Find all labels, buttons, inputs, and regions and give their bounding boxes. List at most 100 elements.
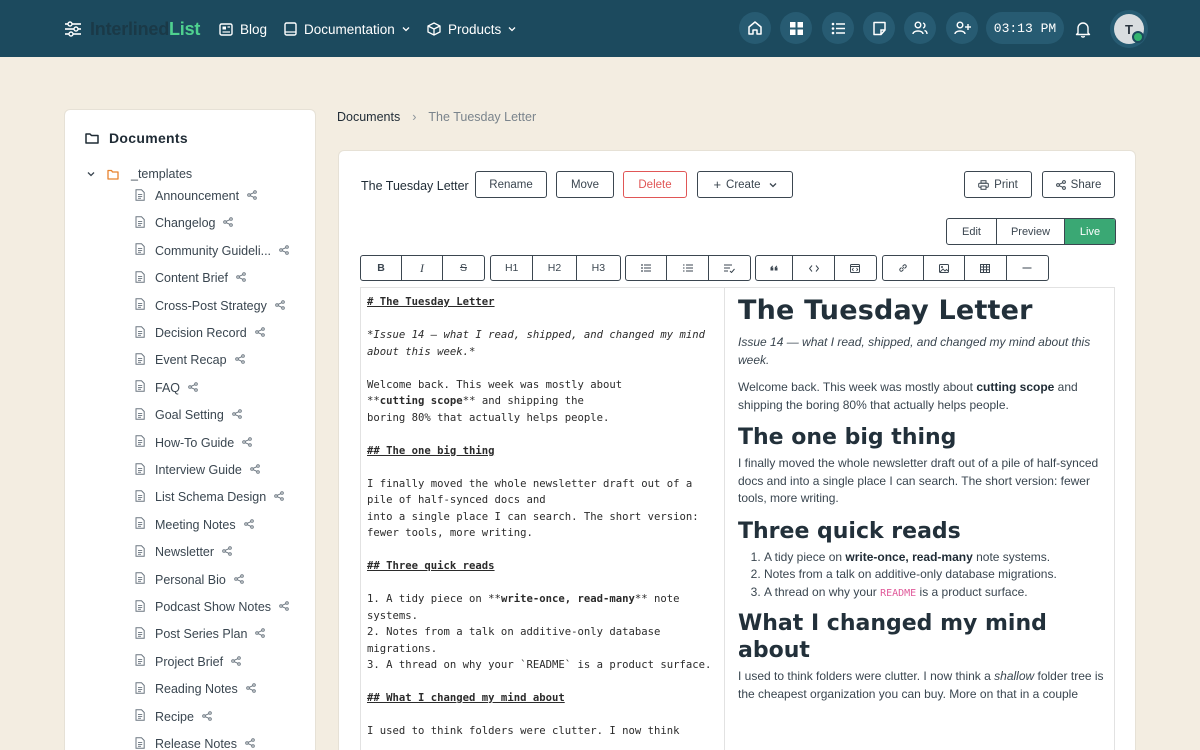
- horizontal-rule-button[interactable]: [1007, 256, 1048, 280]
- link-button[interactable]: [883, 256, 924, 280]
- share-icon[interactable]: [245, 737, 255, 750]
- sidebar-item[interactable]: Changelog: [135, 214, 234, 232]
- share-icon[interactable]: [223, 216, 234, 230]
- share-icon[interactable]: [231, 408, 242, 422]
- notifications-button[interactable]: [1072, 18, 1094, 40]
- view-mode-toggle: Edit Preview Live: [946, 218, 1116, 245]
- print-button[interactable]: Print: [964, 171, 1032, 198]
- sidebar-item[interactable]: Meeting Notes: [135, 516, 254, 534]
- strikethrough-button[interactable]: S: [443, 256, 484, 280]
- share-icon[interactable]: [243, 518, 254, 532]
- rename-button[interactable]: Rename: [475, 171, 547, 198]
- code-button[interactable]: [793, 256, 835, 280]
- toolbar-list-group: [625, 255, 751, 281]
- share-icon[interactable]: [234, 353, 245, 367]
- sidebar-item[interactable]: Project Brief: [135, 653, 241, 671]
- src-line: into a single place I can search. The sh…: [367, 510, 706, 540]
- delete-button[interactable]: Delete: [623, 171, 687, 198]
- share-icon[interactable]: [188, 381, 198, 395]
- numbered-list-button[interactable]: [667, 256, 709, 280]
- bullet-list-button[interactable]: [626, 256, 668, 280]
- share-icon[interactable]: [231, 655, 241, 669]
- image-button[interactable]: [924, 256, 966, 280]
- user-menu[interactable]: T: [1110, 10, 1148, 48]
- toolbar-block-group: [755, 255, 877, 281]
- table-button[interactable]: [965, 256, 1007, 280]
- quote-button[interactable]: [756, 256, 794, 280]
- document-icon: [135, 353, 145, 368]
- home-button[interactable]: [739, 12, 771, 44]
- nav-documentation[interactable]: Documentation: [284, 19, 410, 39]
- sidebar-item[interactable]: How-To Guide: [135, 434, 253, 452]
- sidebar-item[interactable]: Newsletter: [135, 543, 232, 561]
- chevron-down-icon: [508, 27, 516, 32]
- share-icon[interactable]: [245, 682, 256, 696]
- share-icon[interactable]: [279, 244, 289, 258]
- mode-live[interactable]: Live: [1065, 219, 1115, 244]
- nav-products[interactable]: Products: [427, 19, 516, 39]
- share-icon[interactable]: [275, 299, 285, 313]
- share-icon[interactable]: [234, 573, 244, 587]
- sidebar-item[interactable]: FAQ: [135, 379, 198, 397]
- sidebar-item[interactable]: Podcast Show Notes: [135, 598, 289, 616]
- code-block-button[interactable]: [835, 256, 876, 280]
- src-line: boring 80% that actually helps people.: [367, 411, 610, 424]
- sidebar-item[interactable]: Content Brief: [135, 269, 246, 287]
- sidebar-item[interactable]: Post Series Plan: [135, 625, 266, 643]
- sidebar-item[interactable]: Interview Guide: [135, 461, 260, 479]
- document-icon: [135, 517, 145, 532]
- checklist-button[interactable]: [709, 256, 750, 280]
- share-icon[interactable]: [242, 436, 253, 450]
- nav-blog[interactable]: Blog: [219, 19, 267, 39]
- share-icon[interactable]: [236, 271, 246, 285]
- share-icon[interactable]: [274, 490, 284, 504]
- lists-button[interactable]: [822, 12, 854, 44]
- brand-logo[interactable]: InterlinedList: [64, 17, 200, 41]
- dashboard-button[interactable]: [780, 12, 812, 44]
- sidebar-item[interactable]: Cross-Post Strategy: [135, 297, 285, 315]
- share-icon[interactable]: [222, 545, 232, 559]
- brand-name-part1: Interlined: [90, 18, 170, 39]
- share-icon[interactable]: [247, 189, 257, 203]
- share-icon[interactable]: [250, 463, 260, 477]
- notes-button[interactable]: [863, 12, 895, 44]
- sidebar-item-label: Newsletter: [155, 545, 215, 560]
- mode-edit[interactable]: Edit: [947, 219, 997, 244]
- add-user-button[interactable]: [946, 12, 978, 44]
- sidebar-item[interactable]: Release Notes: [135, 735, 255, 750]
- sidebar-item[interactable]: Goal Setting: [135, 406, 242, 424]
- sidebar-item[interactable]: Decision Record: [135, 324, 265, 342]
- share-button[interactable]: Share: [1042, 171, 1115, 198]
- sidebar-item-label: Podcast Show Notes: [155, 600, 272, 614]
- bold-button[interactable]: B: [361, 256, 402, 280]
- src-line: **cutting scope** and shipping the: [367, 395, 584, 407]
- sidebar-item[interactable]: Community Guideli...: [135, 242, 289, 260]
- markdown-source-editor[interactable]: # The Tuesday Letter *Issue 14 — what I …: [361, 288, 725, 750]
- move-button[interactable]: Move: [556, 171, 614, 198]
- h3-button[interactable]: H3: [577, 256, 620, 280]
- folder-templates[interactable]: _templates: [87, 167, 192, 181]
- sidebar-header: Documents: [85, 130, 188, 146]
- share-icon[interactable]: [254, 326, 265, 340]
- code-icon: [808, 264, 819, 272]
- share-icon[interactable]: [279, 600, 289, 614]
- italic-button[interactable]: I: [402, 256, 443, 280]
- checklist-icon: [723, 264, 735, 273]
- sidebar-title: Documents: [109, 130, 188, 146]
- create-button[interactable]: + Create: [697, 171, 793, 198]
- h2-button[interactable]: H2: [533, 256, 577, 280]
- sidebar-item[interactable]: Reading Notes: [135, 680, 256, 698]
- breadcrumb-documents[interactable]: Documents: [337, 110, 400, 124]
- h1-button[interactable]: H1: [491, 256, 534, 280]
- users-button[interactable]: [904, 12, 936, 44]
- sidebar-item[interactable]: Recipe: [135, 708, 212, 726]
- sidebar-item[interactable]: Announcement: [135, 187, 257, 205]
- note-icon: [872, 21, 886, 35]
- share-icon[interactable]: [202, 710, 212, 724]
- mode-preview[interactable]: Preview: [997, 219, 1065, 244]
- sidebar-item[interactable]: List Schema Design: [135, 488, 284, 506]
- share-icon[interactable]: [255, 627, 266, 641]
- sidebar-item[interactable]: Personal Bio: [135, 571, 244, 589]
- sidebar-item[interactable]: Event Recap: [135, 351, 245, 369]
- preview-list: A tidy piece on write-once, read-many no…: [738, 549, 1104, 603]
